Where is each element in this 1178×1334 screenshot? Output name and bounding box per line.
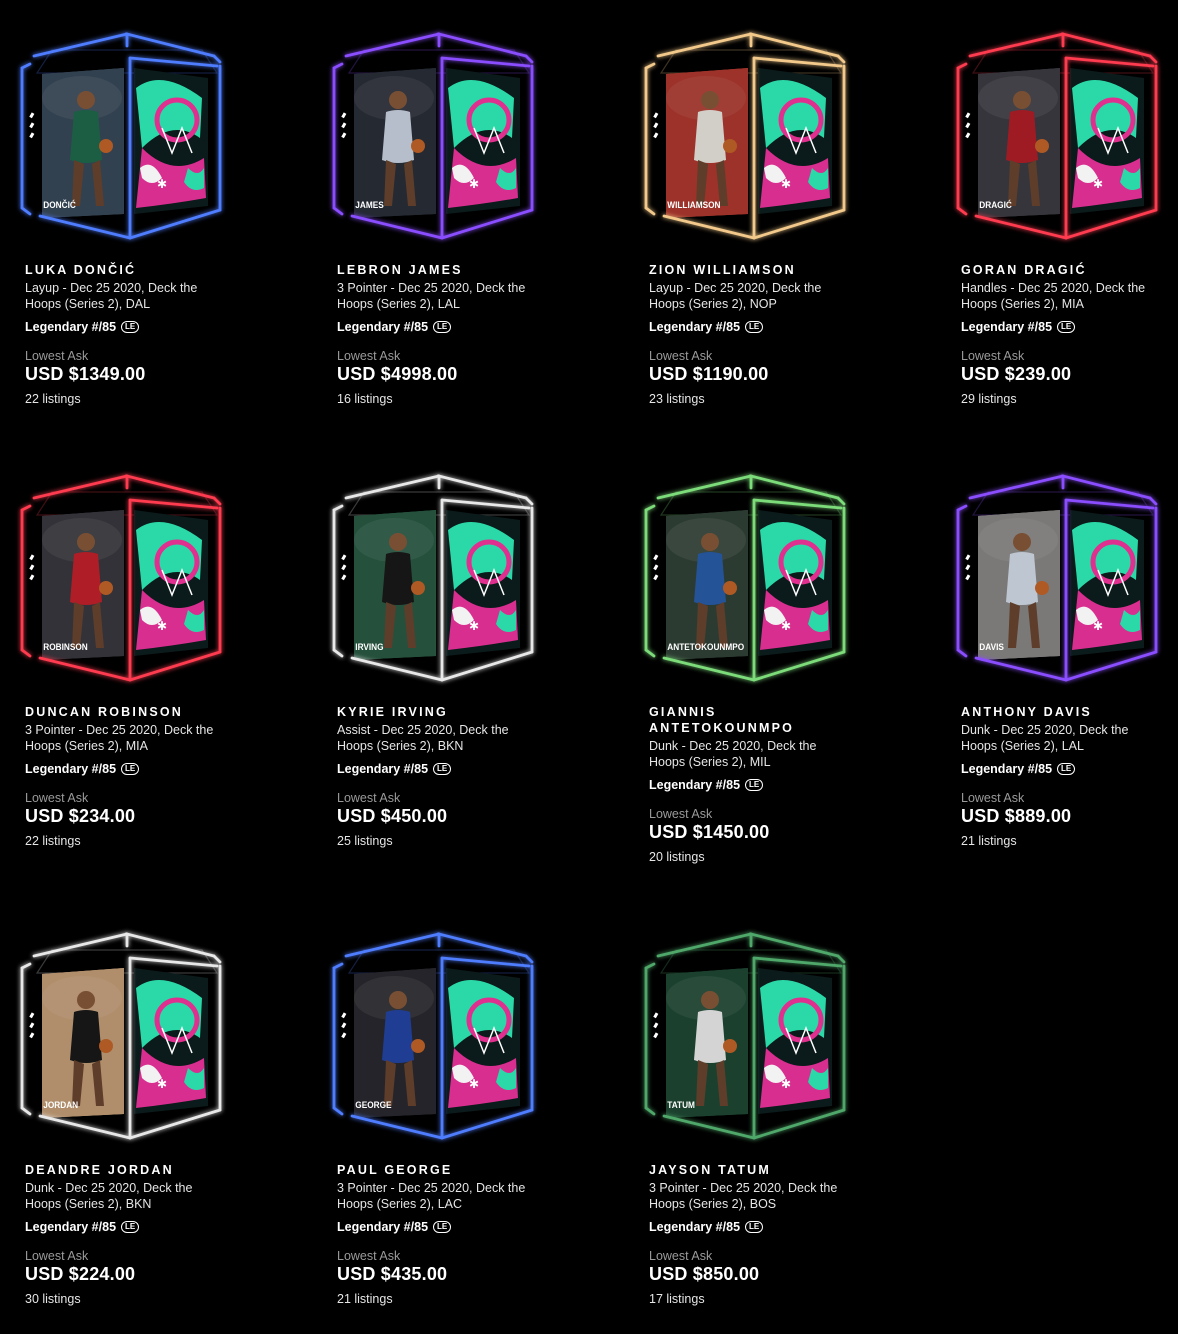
play-description: Dunk - Dec 25 2020, Deck the Hoops (Seri… [961, 723, 1129, 753]
moment-image[interactable]: GEORGE ✱ [324, 928, 554, 1153]
moment-image[interactable]: JORDAN ✱ [12, 928, 242, 1153]
moment-cube-art: JORDAN ✱ [20, 932, 222, 1140]
lowest-ask-price[interactable]: USD $224.00 [25, 1264, 225, 1285]
limited-edition-badge: LE [433, 1221, 452, 1233]
moments-grid: DONČIĆ ✱ Luka Dončić [0, 0, 1178, 1334]
tier-row: Legendary #/85 LE [649, 1220, 849, 1234]
tier-label: Legendary #/85 [961, 762, 1053, 776]
tier-row: Legendary #/85 LE [25, 1220, 225, 1234]
tier-row: Legendary #/85 LE [337, 1220, 537, 1234]
lowest-ask-label: Lowest Ask [25, 1249, 89, 1263]
tier-label: Legendary #/85 [337, 1220, 429, 1234]
moment-image[interactable]: DAVIS ✱ [948, 470, 1178, 695]
lowest-ask-price[interactable]: USD $435.00 [337, 1264, 537, 1285]
limited-edition-badge: LE [1057, 763, 1076, 775]
moment-card[interactable]: DAVIS ✱ Anthony Davis [948, 0, 1178, 1334]
svg-text:✱: ✱ [781, 1077, 791, 1091]
limited-edition-badge: LE [121, 1221, 140, 1233]
moment-cube-art: TATUM ✱ [644, 932, 846, 1140]
play-description: 3 Pointer - Dec 25 2020, Deck the Hoops … [337, 1181, 526, 1211]
player-name[interactable]: Jayson Tatum [649, 1162, 849, 1178]
tier-row: Legendary #/85 LE [961, 762, 1161, 776]
moment-card[interactable]: TATUM ✱ Jayson Tatum [636, 0, 866, 1334]
card-player-name: TATUM [667, 1100, 695, 1110]
svg-text:✱: ✱ [1093, 619, 1103, 633]
moment-card[interactable]: GEORGE ✱ Paul George [324, 0, 554, 1334]
moment-info: Jayson Tatum 3 Pointer - Dec 25 2020, De… [649, 1162, 849, 1306]
lowest-ask-price[interactable]: USD $850.00 [649, 1264, 849, 1285]
lowest-ask-label: Lowest Ask [337, 1249, 401, 1263]
moment-card[interactable]: JORDAN ✱ DeAndre Jordan [12, 0, 242, 1334]
card-player-name: DAVIS [979, 642, 1004, 652]
moment-info: Paul George 3 Pointer - Dec 25 2020, Dec… [337, 1162, 537, 1306]
play-description: 3 Pointer - Dec 25 2020, Deck the Hoops … [649, 1181, 838, 1211]
svg-text:✱: ✱ [157, 1077, 167, 1091]
listings-count[interactable]: 21 listings [961, 834, 1161, 848]
limited-edition-badge: LE [745, 1221, 764, 1233]
lowest-ask-label: Lowest Ask [649, 1249, 713, 1263]
lowest-ask-price[interactable]: USD $889.00 [961, 806, 1161, 827]
moment-info: Anthony Davis Dunk - Dec 25 2020, Deck t… [961, 704, 1161, 848]
moment-info: DeAndre Jordan Dunk - Dec 25 2020, Deck … [25, 1162, 225, 1306]
listings-count[interactable]: 21 listings [337, 1292, 537, 1306]
moment-image[interactable]: TATUM ✱ [636, 928, 866, 1153]
player-name[interactable]: Anthony Davis [961, 704, 1161, 720]
tier-label: Legendary #/85 [649, 1220, 741, 1234]
moment-cube-art: GEORGE ✱ [332, 932, 534, 1140]
listings-count[interactable]: 30 listings [25, 1292, 225, 1306]
play-description: Dunk - Dec 25 2020, Deck the Hoops (Seri… [25, 1181, 193, 1211]
lowest-ask-label: Lowest Ask [961, 791, 1025, 805]
svg-text:✱: ✱ [469, 1077, 479, 1091]
card-player-name: JORDAN [43, 1100, 78, 1110]
moment-cube-art: DAVIS ✱ [956, 474, 1158, 682]
card-player-name: GEORGE [355, 1100, 391, 1110]
player-name[interactable]: DeAndre Jordan [25, 1162, 225, 1178]
tier-label: Legendary #/85 [25, 1220, 117, 1234]
player-name[interactable]: Paul George [337, 1162, 537, 1178]
listings-count[interactable]: 17 listings [649, 1292, 849, 1306]
